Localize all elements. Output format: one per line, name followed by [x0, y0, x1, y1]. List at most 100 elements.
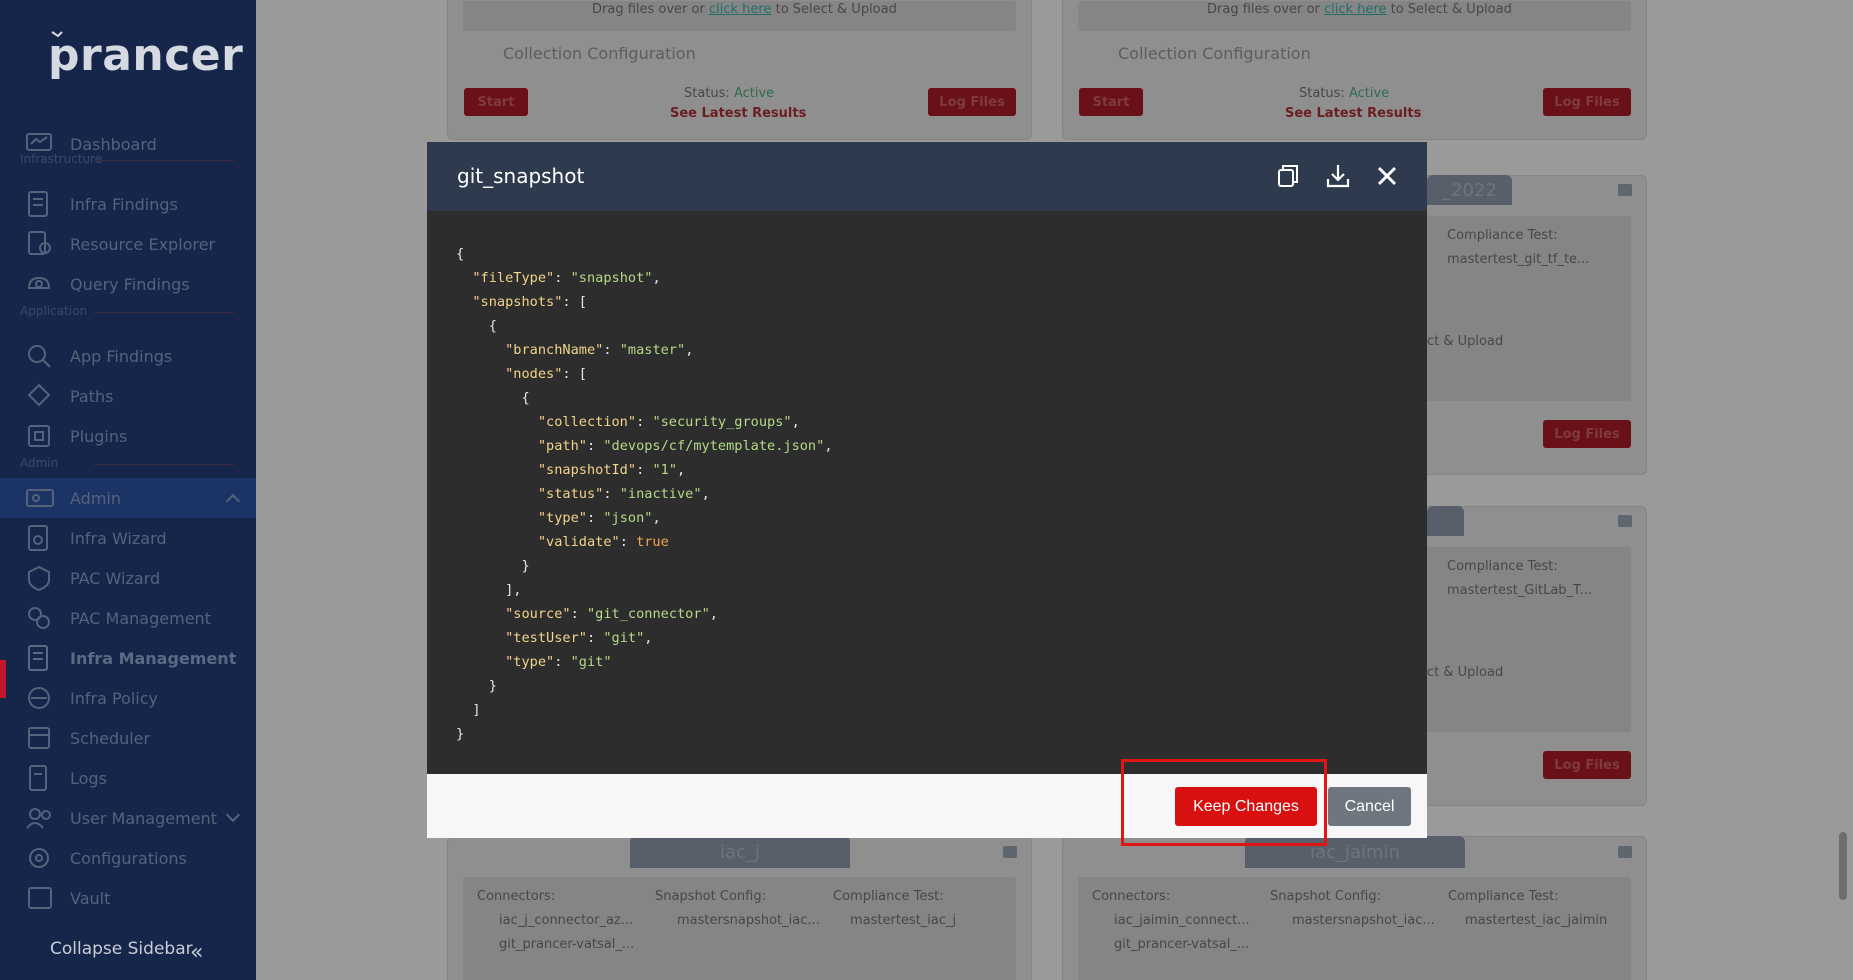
see-latest-results-link[interactable]: See Latest Results	[670, 106, 806, 121]
connector-item[interactable]: iac_j_connector_az...	[499, 913, 633, 928]
configurations-icon	[29, 848, 49, 868]
sidebar-item-label: Logs	[70, 768, 107, 788]
click-here-link[interactable]: click here	[1324, 2, 1386, 17]
sidebar-item-infra-policy[interactable]: Infra Policy	[0, 678, 256, 718]
sidebar-item-infra-wizard[interactable]: Infra Wizard	[0, 518, 256, 558]
close-icon[interactable]	[1373, 162, 1401, 190]
card-tab[interactable]	[1427, 506, 1464, 536]
download-icon[interactable]	[1324, 162, 1352, 190]
sidebar-item-label: User Management	[70, 808, 217, 828]
paths-icon	[27, 383, 51, 407]
compliance-test-value[interactable]: mastertest_GitLab_T...	[1447, 583, 1592, 598]
compliance-test-label: Compliance Test:	[833, 889, 944, 904]
sidebar-item-label: Scheduler	[70, 728, 151, 748]
click-here-link[interactable]: click here	[709, 2, 771, 17]
collapse-sidebar-label: Collapse Sidebar	[50, 939, 193, 959]
sidebar-item-query-findings[interactable]: Query Findings	[0, 264, 256, 304]
sidebar-item-configurations[interactable]: Configurations	[0, 838, 256, 878]
json-value: inactive	[627, 486, 694, 502]
sidebar-item-user-management[interactable]: User Management	[0, 798, 256, 838]
json-value: snapshot	[578, 270, 645, 286]
card-menu-icon[interactable]	[1003, 846, 1017, 858]
compliance-test-value[interactable]: mastertest_iac_jaimin	[1465, 913, 1607, 928]
page-scrollbar[interactable]	[1839, 832, 1847, 900]
log-files-button[interactable]: Log Files	[1543, 88, 1631, 116]
sidebar-item-pac-wizard[interactable]: PAC Wizard	[0, 558, 256, 598]
select-upload-text: ct & Upload	[1427, 665, 1504, 680]
log-files-button[interactable]: Log Files	[1543, 751, 1631, 779]
sidebar-item-label: Dashboard	[70, 134, 157, 154]
query-findings-icon	[27, 276, 51, 289]
sidebar-item-scheduler[interactable]: Scheduler	[0, 718, 256, 758]
log-files-button[interactable]: Log Files	[928, 88, 1016, 116]
compliance-test-value[interactable]: mastertest_git_tf_te...	[1447, 252, 1589, 267]
drop-zone-text: Drag files over or click here to Select …	[1207, 2, 1512, 17]
sidebar-item-label: PAC Management	[70, 608, 211, 628]
collection-config-label: Collection Configuration	[503, 44, 696, 63]
sidebar-item-infra-findings[interactable]: Infra Findings	[0, 184, 256, 224]
card-tab[interactable]: iac_j	[630, 836, 850, 868]
see-latest-results-link[interactable]: See Latest Results	[1285, 106, 1421, 121]
snapshot-config-item[interactable]: mastersnapshot_iac...	[677, 913, 820, 928]
status-text: Status: Active	[684, 86, 774, 101]
sidebar-item-label: Vault	[70, 888, 111, 908]
copy-icon[interactable]	[1274, 162, 1302, 190]
compliance-test-value[interactable]: mastertest_iac_j	[850, 913, 956, 928]
json-viewer-modal: git_snapshot { "fileType": "snapshot", "…	[427, 142, 1427, 838]
logs-icon	[29, 765, 47, 791]
infra-management-icon	[28, 645, 48, 671]
card-menu-icon[interactable]	[1618, 515, 1632, 527]
json-value: git_connector	[595, 606, 702, 622]
app-findings-icon	[28, 345, 51, 368]
json-value: 1	[660, 462, 669, 478]
sidebar-item-admin[interactable]: Admin	[0, 478, 256, 518]
json-value: git	[611, 630, 637, 646]
collapse-sidebar-button[interactable]: Collapse Sidebar «	[0, 918, 256, 980]
plugins-icon	[28, 425, 50, 447]
sidebar-item-plugins[interactable]: Plugins	[0, 416, 256, 456]
connectors-label: Connectors:	[1092, 889, 1171, 904]
sidebar-item-label: App Findings	[70, 346, 173, 366]
connector-item[interactable]: git_prancer-vatsal_...	[499, 937, 634, 952]
pac-management-icon	[28, 607, 50, 629]
connector-item[interactable]: git_prancer-vatsal_...	[1114, 937, 1249, 952]
sidebar-item-paths[interactable]: Paths	[0, 376, 256, 416]
json-value: true	[636, 534, 669, 550]
drag-suffix: to Select & Upload	[775, 2, 897, 17]
scheduler-icon	[28, 727, 50, 749]
card-menu-icon[interactable]	[1618, 184, 1632, 196]
sidebar-item-label: Plugins	[70, 426, 128, 446]
cancel-button[interactable]: Cancel	[1328, 787, 1411, 826]
status-label: Status:	[1299, 86, 1345, 101]
sidebar-item-label: Admin	[70, 488, 121, 508]
card-tab[interactable]: _2022	[1427, 175, 1512, 205]
app-logo[interactable]: prancer	[48, 30, 243, 81]
compliance-test-label: Compliance Test:	[1447, 228, 1558, 243]
sidebar-item-infra-management[interactable]: Infra Management	[0, 638, 256, 678]
sidebar-item-resource-explorer[interactable]: Resource Explorer	[0, 224, 256, 264]
collection-config-label: Collection Configuration	[1118, 44, 1311, 63]
sidebar-item-pac-management[interactable]: PAC Management	[0, 598, 256, 638]
sidebar-item-label: PAC Wizard	[70, 568, 161, 588]
pac-wizard-icon	[28, 565, 50, 592]
drag-prefix: Drag files over or	[592, 2, 705, 17]
infra-wizard-icon	[28, 525, 48, 551]
start-button[interactable]: Start	[464, 88, 528, 116]
snapshot-config-item[interactable]: mastersnapshot_iac...	[1292, 913, 1435, 928]
start-button[interactable]: Start	[1079, 88, 1143, 116]
chevron-up-icon	[225, 493, 241, 509]
drop-zone-text: Drag files over or click here to Select …	[592, 2, 897, 17]
sidebar-item-vault[interactable]: Vault	[0, 878, 256, 918]
card-menu-icon[interactable]	[1618, 846, 1632, 858]
log-files-button[interactable]: Log Files	[1543, 420, 1631, 448]
drag-suffix: to Select & Upload	[1390, 2, 1512, 17]
json-code-block[interactable]: { "fileType": "snapshot", "snapshots": […	[456, 242, 833, 746]
modal-title: git_snapshot	[457, 164, 585, 188]
resource-explorer-icon	[28, 231, 51, 255]
sidebar-item-label: Paths	[70, 386, 114, 406]
connector-item[interactable]: iac_jaimin_connect...	[1114, 913, 1250, 928]
drag-prefix: Drag files over or	[1207, 2, 1320, 17]
sidebar-item-logs[interactable]: Logs	[0, 758, 256, 798]
sidebar-item-app-findings[interactable]: App Findings	[0, 336, 256, 376]
chevron-down-icon	[225, 807, 241, 823]
